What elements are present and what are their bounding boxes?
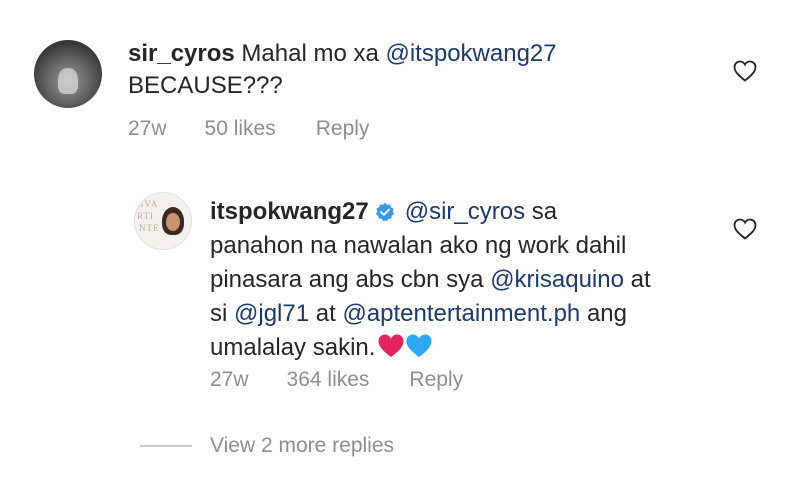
- reply-text: itspokwang27 @sir_cyros sa panahon na na…: [210, 195, 651, 365]
- reply-text-part: at: [623, 266, 651, 293]
- heart-icon[interactable]: [733, 60, 757, 82]
- divider: [140, 445, 192, 447]
- reply-text-part: at: [309, 300, 343, 327]
- avatar[interactable]: GVA RTI NTE: [134, 192, 192, 250]
- comment-likes[interactable]: 50 likes: [205, 117, 276, 141]
- avatar[interactable]: [34, 40, 102, 108]
- verified-badge-icon: [375, 202, 394, 222]
- reply-text-part: panahon na nawalan ako ng work dahil: [210, 232, 627, 259]
- avatar-figure: [58, 68, 78, 94]
- comment-text-after: BECAUSE???: [128, 72, 283, 99]
- avatar-logo-text: GVA: [137, 199, 159, 209]
- reply-mention[interactable]: @jgl71: [234, 300, 309, 327]
- hearts-emoji-icon: [378, 334, 432, 357]
- avatar-logo-text: RTI: [137, 211, 154, 221]
- reply-text-part: ang: [580, 300, 627, 327]
- reply-button[interactable]: Reply: [409, 368, 463, 392]
- comment-text: sir_cyros Mahal mo xa @itspokwang27 BECA…: [128, 38, 557, 102]
- reply-text-part: umalalay sakin.: [210, 334, 376, 361]
- avatar-logo-text: NTE: [139, 223, 160, 233]
- comment-text-before: Mahal mo xa: [241, 40, 386, 67]
- reply-button[interactable]: Reply: [316, 117, 370, 141]
- reply-likes[interactable]: 364 likes: [287, 368, 370, 392]
- reply-mention[interactable]: @krisaquino: [490, 266, 624, 293]
- reply-meta: 27w 364 likes Reply: [210, 368, 463, 392]
- comment-meta: 27w 50 likes Reply: [128, 117, 369, 141]
- view-more-replies[interactable]: View 2 more replies: [140, 434, 394, 458]
- heart-icon[interactable]: [733, 218, 757, 240]
- view-more-replies-label[interactable]: View 2 more replies: [210, 434, 394, 458]
- reply-username[interactable]: itspokwang27: [210, 198, 369, 225]
- avatar-face: [166, 213, 180, 231]
- comment-time: 27w: [128, 117, 167, 140]
- reply-time: 27w: [210, 368, 249, 391]
- reply-mention[interactable]: @aptentertainment.ph: [342, 300, 580, 327]
- reply-text-part: si: [210, 300, 234, 327]
- reply-text-part: pinasara ang abs cbn sya: [210, 266, 491, 293]
- reply-text-part: sa: [525, 198, 558, 225]
- reply-mention[interactable]: @sir_cyros: [405, 198, 525, 225]
- comment-mention[interactable]: @itspokwang27: [385, 40, 556, 67]
- comment-username[interactable]: sir_cyros: [128, 40, 235, 67]
